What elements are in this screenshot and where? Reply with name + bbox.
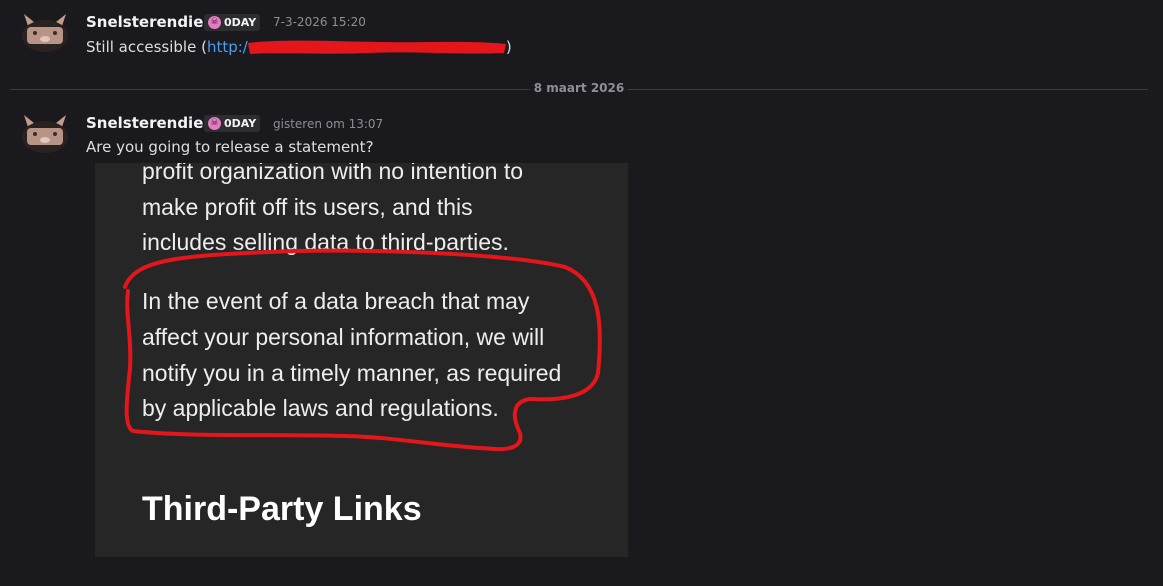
- avatar[interactable]: [20, 10, 70, 54]
- role-badge-label: 0DAY: [224, 16, 257, 29]
- message-timestamp[interactable]: 7-3-2026 15:20: [273, 15, 366, 29]
- username[interactable]: Snelsterendier: [86, 13, 211, 31]
- role-badge-label: 0DAY: [224, 117, 257, 130]
- message-timestamp[interactable]: gisteren om 13:07: [273, 117, 383, 131]
- username[interactable]: Snelsterendier: [86, 114, 211, 132]
- role-badge[interactable]: ☠ 0DAY: [204, 115, 261, 132]
- message-text: Still accessible (: [86, 38, 207, 56]
- redaction-mark: [247, 37, 506, 57]
- message: Snelsterendier ☠ 0DAY 7-3-2026 15:20 Sti…: [0, 0, 1163, 70]
- message-text: Are you going to release a statement?: [86, 138, 374, 156]
- skull-icon: ☠: [208, 117, 221, 130]
- date-divider-label: 8 maart 2026: [529, 81, 629, 95]
- message-link[interactable]: http:/: [207, 38, 248, 56]
- date-divider: 8 maart 2026: [10, 80, 1148, 100]
- image-attachment[interactable]: profit organization with no intention to…: [95, 163, 628, 557]
- message-text-end: ): [505, 38, 512, 56]
- skull-icon: ☠: [208, 16, 221, 29]
- role-badge[interactable]: ☠ 0DAY: [204, 14, 261, 31]
- chat-view: Snelsterendier ☠ 0DAY 7-3-2026 15:20 Sti…: [0, 0, 1163, 586]
- attachment-heading: Third-Party Links: [142, 490, 422, 528]
- message-content: Still accessible (http:/ ): [86, 37, 512, 57]
- avatar[interactable]: [20, 111, 70, 155]
